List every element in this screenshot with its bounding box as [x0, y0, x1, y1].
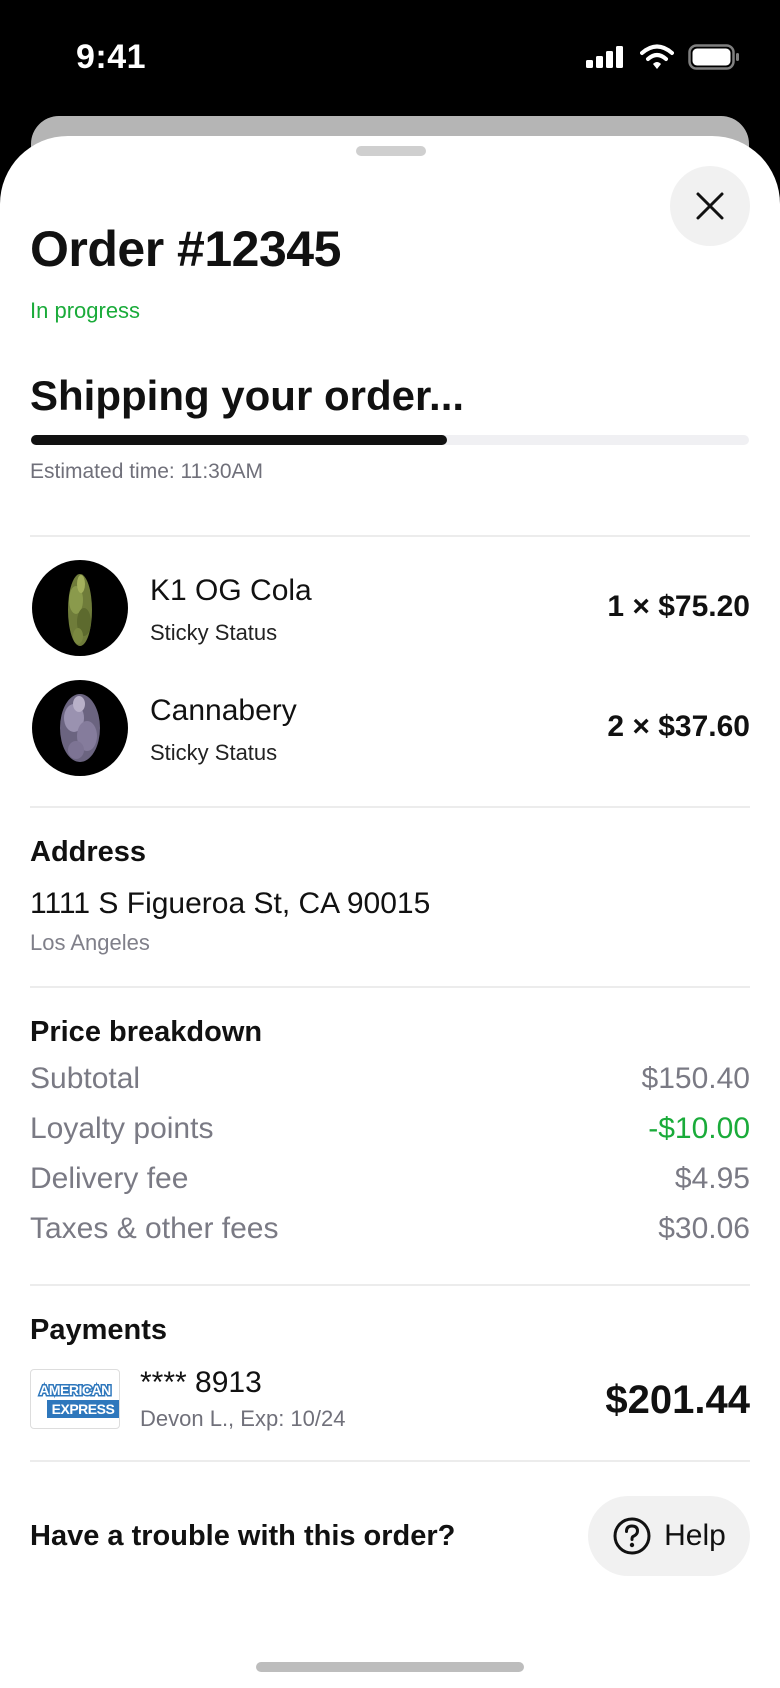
svg-text:EXPRESS: EXPRESS: [52, 1401, 115, 1417]
amex-logo: AMERICAN EXPRESS: [30, 1369, 120, 1429]
price-value: $4.95: [674, 1162, 750, 1195]
card-number: **** 8913: [140, 1366, 262, 1399]
battery-icon: [688, 44, 739, 70]
item-brand: Sticky Status: [150, 620, 278, 645]
status-time: 9:41: [76, 38, 147, 76]
price-row-subtotal: Subtotal $150.40: [30, 1062, 750, 1102]
help-button[interactable]: Help: [588, 1496, 750, 1576]
price-label: Delivery fee: [30, 1162, 189, 1195]
shipping-progress-fill: [31, 435, 448, 445]
shipping-progress-bar: [31, 435, 749, 445]
price-label: Subtotal: [30, 1062, 141, 1095]
close-icon: [696, 192, 724, 220]
product-image: [32, 680, 128, 776]
shipping-title: Shipping your order...: [30, 372, 465, 419]
estimated-time: Estimated time: 11:30AM: [30, 460, 264, 483]
signal-icon: [586, 46, 623, 68]
order-total: $201.44: [605, 1378, 750, 1422]
item-brand: Sticky Status: [150, 740, 278, 765]
price-label: Taxes & other fees: [30, 1212, 279, 1245]
payments-heading: Payments: [30, 1314, 168, 1346]
price-label: Loyalty points: [30, 1112, 214, 1145]
price-row-delivery: Delivery fee $4.95: [30, 1162, 750, 1202]
price-row-loyalty: Loyalty points -$10.00: [30, 1112, 750, 1152]
price-value: -$10.00: [648, 1112, 750, 1145]
svg-text:AMERICAN: AMERICAN: [39, 1382, 111, 1398]
help-label: Help: [664, 1519, 726, 1552]
address-heading: Address: [30, 836, 147, 868]
order-title: Order #12345: [30, 221, 341, 277]
price-value: $30.06: [658, 1212, 750, 1245]
divider: [30, 1284, 750, 1286]
card-meta: Devon L., Exp: 10/24: [140, 1406, 346, 1431]
item-price: 2 × $37.60: [607, 710, 750, 743]
order-item[interactable]: Cannabery Sticky Status 2 × $37.60: [30, 680, 750, 780]
address-line: 1111 S Figueroa St, CA 90015: [30, 887, 431, 920]
wifi-icon: [640, 44, 674, 69]
order-status: In progress: [30, 298, 141, 323]
home-indicator[interactable]: [256, 1662, 524, 1672]
item-price: 1 × $75.20: [607, 590, 750, 623]
product-image: [32, 560, 128, 656]
amex-icon: AMERICAN EXPRESS: [38, 1381, 119, 1418]
divider: [30, 1460, 750, 1462]
trouble-question: Have a trouble with this order?: [30, 1520, 456, 1552]
price-row-taxes: Taxes & other fees $30.06: [30, 1212, 750, 1252]
status-bar: 9:41: [0, 0, 780, 110]
status-icons: [586, 44, 740, 70]
help-icon: [613, 1517, 651, 1555]
item-name: Cannabery: [150, 694, 297, 727]
price-breakdown-heading: Price breakdown: [30, 1016, 263, 1048]
item-name: K1 OG Cola: [150, 574, 312, 607]
order-sheet: Order #12345 In progress Shipping your o…: [0, 136, 780, 1688]
divider: [30, 806, 750, 808]
price-value: $150.40: [641, 1062, 750, 1095]
divider: [30, 535, 750, 537]
close-button[interactable]: [670, 166, 750, 246]
sheet-grabber[interactable]: [356, 146, 426, 156]
cannabis-bud-icon: [60, 694, 100, 762]
divider: [30, 986, 750, 988]
cannabis-bud-icon: [68, 574, 92, 646]
order-item[interactable]: K1 OG Cola Sticky Status 1 × $75.20: [30, 560, 750, 660]
address-city: Los Angeles: [30, 930, 150, 955]
